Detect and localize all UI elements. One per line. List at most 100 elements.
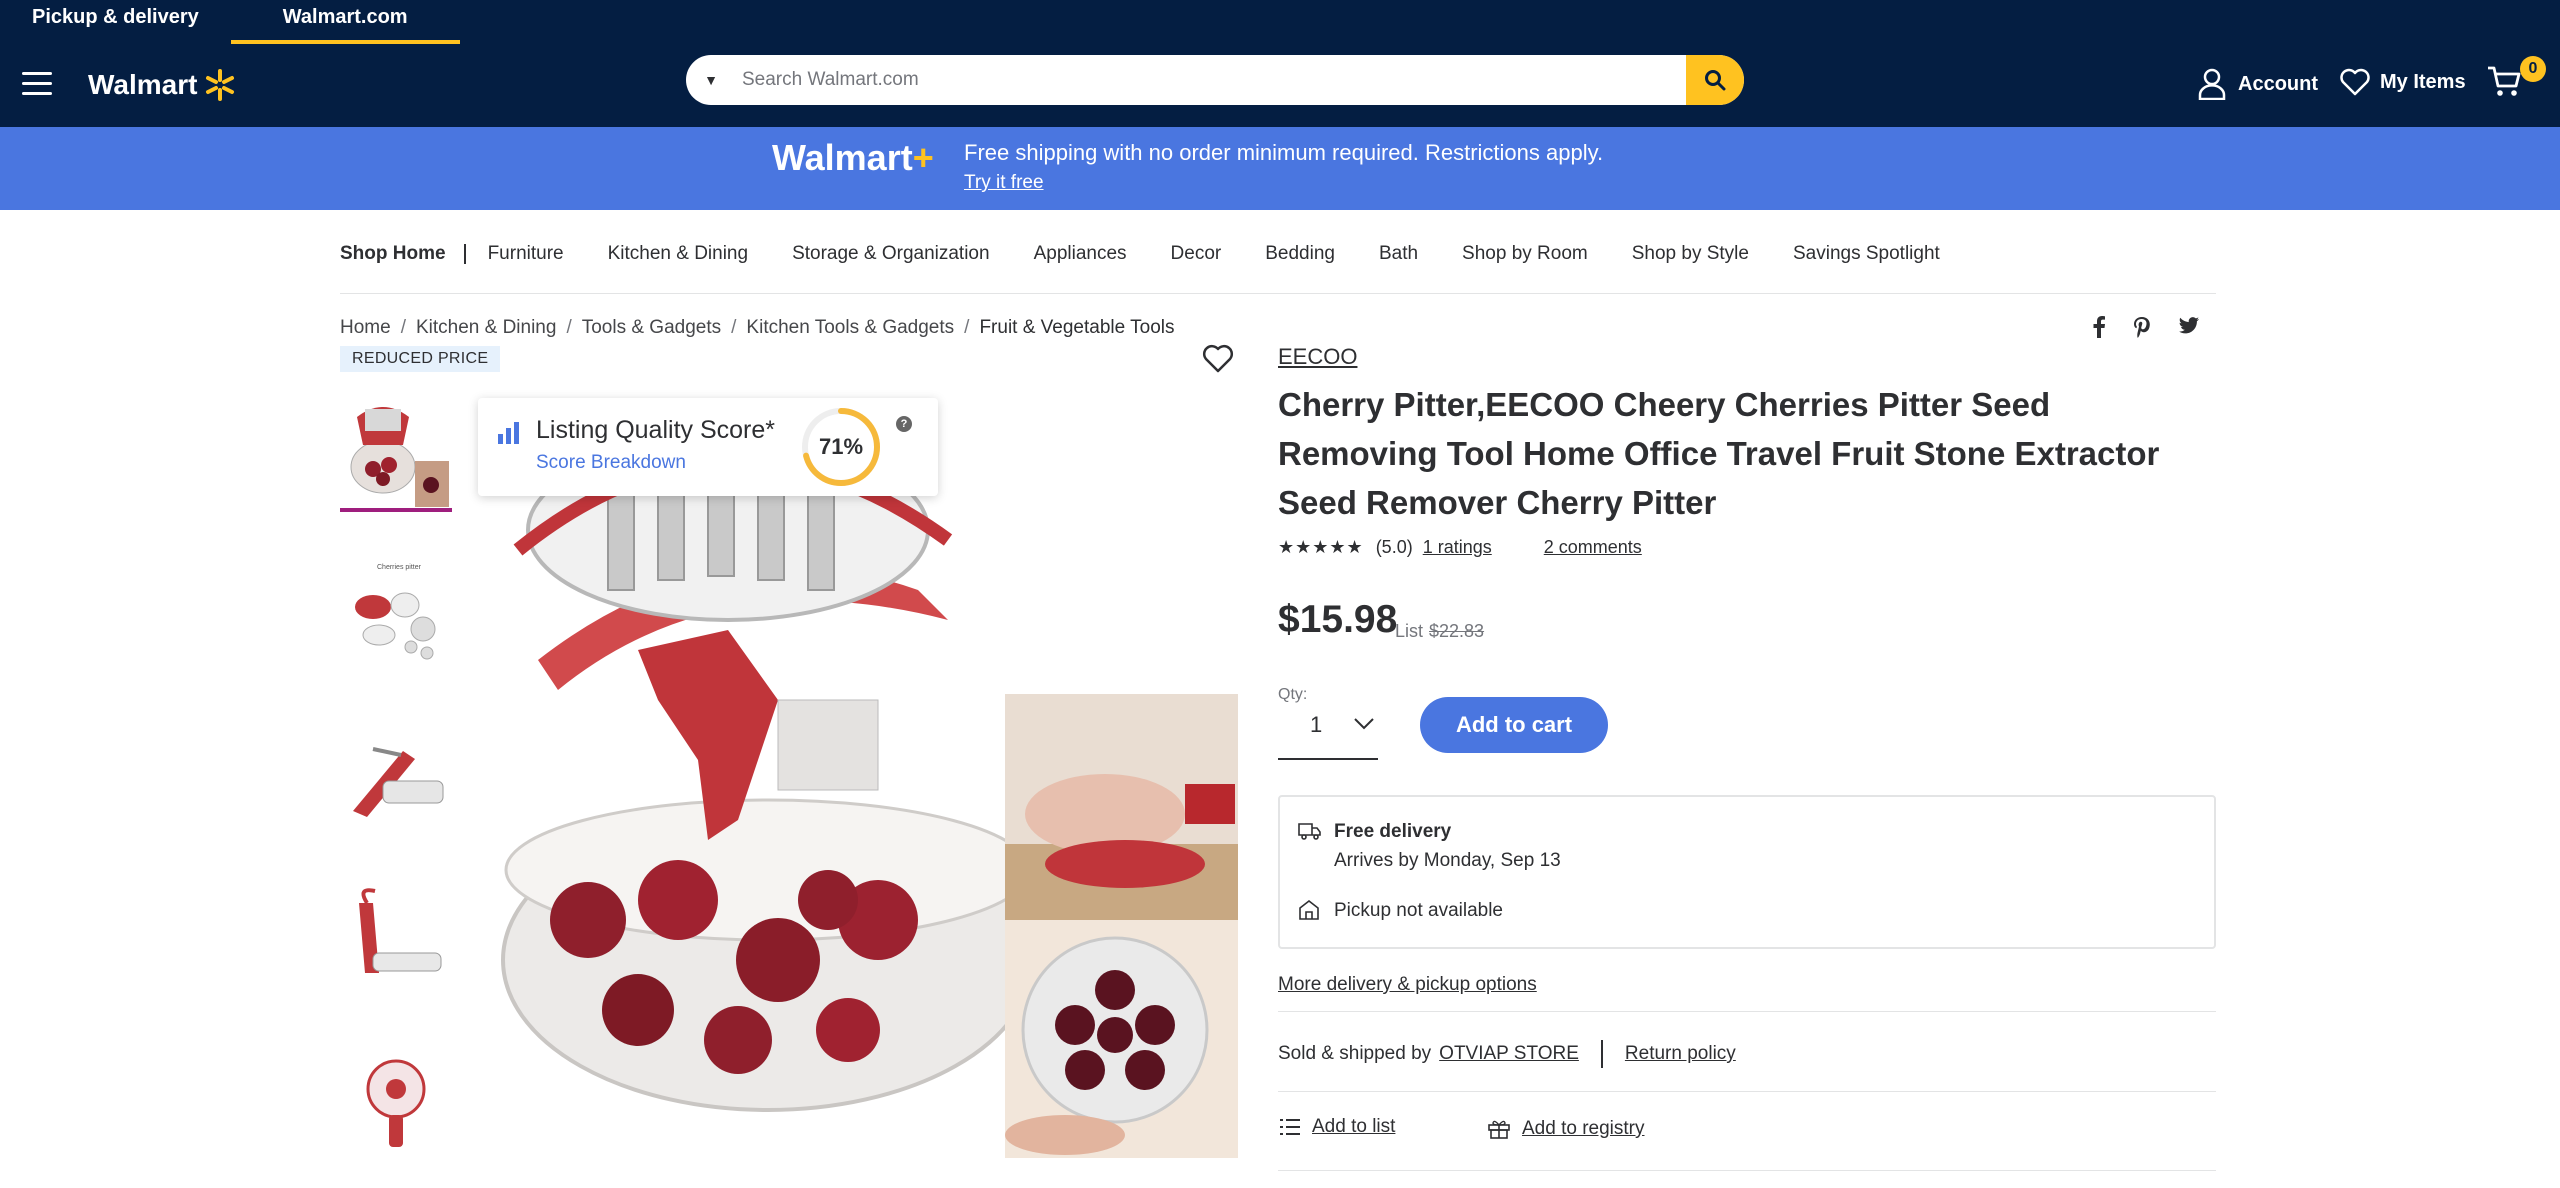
category-nav: Shop Home Furniture Kitchen & Dining Sto…: [340, 242, 2216, 294]
score-gauge: 71%: [798, 408, 880, 500]
search-button[interactable]: [1686, 55, 1744, 105]
walmart-plus-logo-text: Walmart: [772, 137, 913, 178]
cart-icon: [2488, 66, 2521, 96]
score-title: Listing Quality Score*: [536, 416, 776, 444]
return-policy-link[interactable]: Return policy: [1625, 1043, 1736, 1065]
comments-link[interactable]: 2 comments: [1544, 537, 1642, 558]
current-price: $15.98: [1278, 598, 1398, 641]
add-to-list-button[interactable]: Add to list: [1280, 1116, 1395, 1138]
add-to-registry-label: Add to registry: [1522, 1118, 1645, 1139]
sold-by-label: Sold & shipped by: [1278, 1043, 1432, 1064]
nav-shop-by-room[interactable]: Shop by Room: [1462, 242, 1588, 266]
gift-icon: [1488, 1120, 1510, 1139]
cart-button[interactable]: 0: [2486, 56, 2546, 103]
score-breakdown-link[interactable]: Score Breakdown: [536, 452, 686, 474]
svg-text:Cherries pitter: Cherries pitter: [377, 564, 422, 571]
breadcrumb-kitchen-tools-gadgets[interactable]: Kitchen Tools & Gadgets: [746, 317, 954, 339]
list-price: List $22.83: [1395, 621, 1484, 642]
try-it-free-link[interactable]: Try it free: [964, 172, 1044, 194]
logo-text: Walmart: [88, 69, 198, 100]
more-delivery-options-link[interactable]: More delivery & pickup options: [1278, 974, 1537, 996]
divider: [1278, 1011, 2216, 1012]
thumbnail-1[interactable]: [340, 396, 452, 512]
nav-bedding[interactable]: Bedding: [1265, 242, 1335, 266]
brand-link[interactable]: EECOO: [1278, 344, 1357, 370]
add-to-cart-button[interactable]: Add to cart: [1420, 697, 1608, 753]
walmart-plus-logo: Walmart+: [772, 137, 934, 179]
add-to-registry-button[interactable]: Add to registry: [1488, 1118, 1645, 1140]
my-items-label: My Items: [2380, 70, 2466, 93]
thumbnail-3[interactable]: [340, 718, 452, 834]
nav-shop-by-style[interactable]: Shop by Style: [1632, 242, 1749, 266]
thumbnail-2[interactable]: Cherries pitter: [340, 554, 452, 670]
nav-appliances[interactable]: Appliances: [1034, 242, 1127, 266]
divider: [1600, 1040, 1603, 1068]
breadcrumb-home[interactable]: Home: [340, 317, 391, 339]
account-label: Account: [2238, 72, 2318, 95]
breadcrumb-kitchen-dining[interactable]: Kitchen & Dining: [416, 317, 556, 339]
help-icon[interactable]: ?: [896, 416, 912, 432]
menu-icon[interactable]: [22, 72, 52, 96]
listing-quality-score-card: Listing Quality Score* Score Breakdown 7…: [478, 398, 938, 496]
nav-kitchen-dining[interactable]: Kitchen & Dining: [608, 242, 748, 266]
rating-value: (5.0): [1375, 537, 1413, 557]
lifestyle-image-hand: [1005, 694, 1238, 920]
seller-store-link[interactable]: OTVIAP STORE: [1439, 1043, 1579, 1065]
search-department-dropdown[interactable]: ▼: [686, 72, 736, 88]
nav-bath[interactable]: Bath: [1379, 242, 1418, 266]
pinterest-icon[interactable]: [2132, 316, 2152, 338]
store-icon: [1299, 899, 1319, 920]
global-header: Pickup & delivery Walmart.com Walmart ▼ …: [0, 0, 2560, 127]
nav-storage-organization[interactable]: Storage & Organization: [792, 242, 990, 266]
breadcrumb-fruit-vegetable-tools[interactable]: Fruit & Vegetable Tools: [979, 317, 1174, 339]
pickup-status: Pickup not available: [1334, 900, 1503, 921]
twitter-icon[interactable]: [2178, 316, 2200, 336]
account-button[interactable]: Account: [2198, 68, 2318, 100]
ratings-link[interactable]: 1 ratings: [1423, 537, 1492, 558]
reduced-price-badge: REDUCED PRICE: [340, 346, 501, 372]
list-icon: [1280, 1119, 1300, 1135]
banner-message: Free shipping with no order minimum requ…: [964, 140, 1604, 165]
add-to-list-label: Add to list: [1312, 1116, 1396, 1137]
breadcrumb: Home / Kitchen & Dining / Tools & Gadgets /…: [340, 317, 1175, 339]
search-input[interactable]: [736, 55, 1686, 105]
product-thumbnail-image: [343, 883, 449, 993]
nav-furniture[interactable]: Furniture: [488, 242, 564, 266]
lifestyle-image-cherries: [1005, 920, 1238, 1158]
product-thumbnail-image: Cherries pitter: [343, 557, 449, 667]
star-rating: ★★★★★: [1278, 537, 1364, 557]
shop-home-link[interactable]: Shop Home: [340, 244, 466, 264]
product-thumbnail-image: [343, 397, 449, 507]
product-title: Cherry Pitter,EECOO Cheery Cherries Pitt…: [1278, 386, 2160, 521]
bar-chart-icon: [498, 422, 519, 444]
nav-decor[interactable]: Decor: [1171, 242, 1222, 266]
thumbnail-4[interactable]: [340, 880, 452, 996]
quantity-select[interactable]: 1: [1278, 700, 1378, 760]
search-bar: ▼: [686, 55, 1744, 105]
free-delivery-title: Free delivery: [1334, 821, 1452, 842]
arrival-date: Arrives by Monday, Sep 13: [1334, 850, 1561, 871]
account-icon: [2198, 68, 2226, 100]
nav-savings-spotlight[interactable]: Savings Spotlight: [1793, 242, 1940, 266]
rating-row: ★★★★★ (5.0) 1 ratings 2 comments: [1278, 537, 1642, 558]
breadcrumb-tools-gadgets[interactable]: Tools & Gadgets: [582, 317, 721, 339]
score-percent: 71%: [818, 434, 864, 459]
my-items-button[interactable]: My Items: [2340, 68, 2466, 96]
cart-count-badge: 0: [2520, 56, 2546, 82]
favorite-heart-icon[interactable]: [1202, 344, 1234, 374]
tab-pickup-delivery[interactable]: Pickup & delivery: [0, 0, 231, 44]
quantity-value: 1: [1310, 712, 1323, 737]
tab-walmart-com[interactable]: Walmart.com: [230, 0, 460, 44]
heart-icon: [2340, 68, 2370, 96]
share-icons: [2092, 316, 2200, 338]
thumbnail-5[interactable]: [340, 1040, 452, 1156]
list-price-label: List: [1395, 621, 1424, 641]
walmart-logo[interactable]: Walmart: [88, 68, 237, 102]
facebook-icon[interactable]: [2092, 316, 2106, 338]
header-tabs: Pickup & delivery Walmart.com: [0, 0, 460, 44]
walmart-plus-logo-plus: +: [912, 137, 934, 178]
product-thumbnail-image: [343, 721, 449, 831]
search-icon: [1705, 70, 1726, 91]
fulfillment-options: Free delivery Arrives by Monday, Sep 13 …: [1278, 795, 2216, 949]
divider: [1278, 1091, 2216, 1092]
